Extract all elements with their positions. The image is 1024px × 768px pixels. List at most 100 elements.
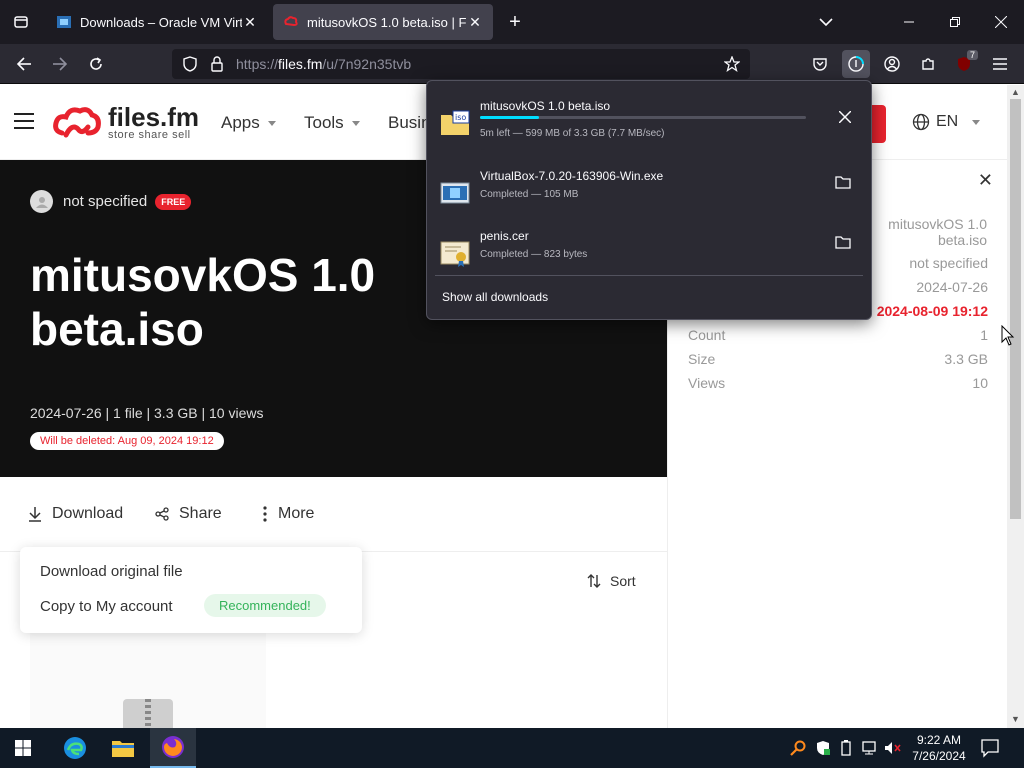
caret-down-icon [267,121,276,127]
back-button[interactable] [10,50,38,78]
start-button[interactable] [0,728,46,768]
taskbar-edge[interactable] [52,728,98,768]
minimize-button[interactable] [886,0,932,44]
download-item-virtualbox[interactable]: VirtualBox-7.0.20-163906-Win.exe Complet… [437,169,863,225]
download-dropdown-menu: Download original file Copy to My accoun… [20,547,362,633]
file-meta: 2024-07-26 | 1 file | 3.3 GB | 10 views [30,405,264,421]
close-window-button[interactable] [978,0,1024,44]
folder-icon [835,236,851,249]
show-in-folder-button[interactable] [835,235,851,249]
page-scrollbar[interactable]: ▲ ▼ [1007,85,1024,728]
tray-search-icon[interactable] [790,740,806,756]
tab-filesfm[interactable]: mitusovkOS 1.0 beta.iso | Files.fm ✕ [273,4,493,40]
restore-icon [950,17,960,27]
url-text[interactable]: https://files.fm/u/7n92n35tvb [236,56,724,72]
folder-icon [835,176,851,189]
taskbar-clock[interactable]: 9:22 AM 7/26/2024 [908,732,970,764]
tab-title: mitusovkOS 1.0 beta.iso | Files.fm [307,14,467,30]
firefox-view-icon [14,16,28,28]
tab-virtualbox-downloads[interactable]: Downloads – Oracle VM VirtualBox ✕ [46,4,268,40]
iso-file-icon: iso [441,110,470,135]
share-button[interactable]: Share [155,505,222,523]
tab-close-icon[interactable]: ✕ [467,14,483,31]
copy-to-account-item[interactable]: Copy to My account [40,598,173,615]
caret-down-icon [351,121,360,127]
more-vertical-icon [263,506,267,522]
restore-button[interactable] [932,0,978,44]
arrow-left-icon [16,57,31,71]
download-item-iso[interactable]: iso mitusovkOS 1.0 beta.iso 5m left — 59… [437,99,863,155]
firefox-view-button[interactable] [0,0,42,44]
ublock-origin-button[interactable]: 7 [950,50,978,78]
download-status: 5m left — 599 MB of 3.3 GB (7.7 MB/sec) [480,128,665,139]
downloads-button[interactable] [842,50,870,78]
forward-button[interactable] [46,50,74,78]
firefox-icon [162,736,184,758]
extensions-button[interactable] [914,50,942,78]
app-menu-button[interactable] [986,50,1014,78]
info-views-row: Views 10 [688,375,988,391]
reload-icon [90,57,102,70]
close-panel-button[interactable]: ✕ [978,170,993,191]
arrow-right-icon [53,57,68,71]
download-original-file-item[interactable]: Download original file [40,563,183,580]
notification-center-button[interactable] [980,738,1002,758]
mouse-cursor-icon [1001,325,1015,346]
url-bar[interactable]: https://files.fm/u/7n92n35tvb [172,49,750,79]
new-tab-button[interactable]: + [503,10,527,34]
nav-tools[interactable]: Tools [304,113,360,133]
nav-business[interactable]: Busin [388,113,431,133]
download-button[interactable]: Download [28,505,123,523]
tab-close-icon[interactable]: ✕ [242,14,258,31]
logo-name: files.fm [108,102,200,132]
tab-bar: Downloads – Oracle VM VirtualBox ✕ mitus… [0,0,1024,44]
show-all-downloads-link[interactable]: Show all downloads [442,290,548,304]
svg-text:iso: iso [455,113,466,122]
nav-apps[interactable]: Apps [221,113,276,133]
info-file-name: mitusovkOS 1.0 beta.iso [888,216,987,248]
download-item-cer[interactable]: penis.cer Completed — 823 bytes [437,229,863,285]
cancel-download-button[interactable] [839,111,851,123]
scroll-up-icon[interactable]: ▲ [1011,87,1020,97]
list-all-tabs-button[interactable] [816,12,836,32]
show-in-folder-button[interactable] [835,175,851,189]
tray-security-shield-icon[interactable] [815,740,831,756]
tray-network-icon[interactable] [862,740,880,756]
taskbar-firefox[interactable] [150,728,196,768]
filesfm-favicon-icon [284,16,298,27]
download-status: Completed — 823 bytes [480,249,588,260]
tray-volume-muted-icon[interactable] [884,740,902,756]
site-menu-button[interactable] [14,113,34,131]
more-button[interactable]: More [262,505,314,523]
lock-icon[interactable] [210,56,224,72]
filesfm-logo[interactable]: files.fm store share sell [52,103,199,143]
exe-file-icon [440,182,470,204]
scrollbar-thumb[interactable] [1010,99,1021,519]
plan-badge: FREE [155,193,192,210]
language-selector[interactable]: EN [912,113,981,131]
reload-button[interactable] [82,50,110,78]
pocket-icon [813,58,827,71]
file-actions: Download Share More [0,477,667,552]
avatar [30,190,53,213]
sort-button[interactable]: Sort [586,573,636,589]
account-button[interactable] [878,50,906,78]
clock-date: 7/26/2024 [912,749,966,763]
archive-file-icon [123,699,173,728]
close-icon [995,16,1007,28]
tray-battery-icon[interactable] [840,740,852,756]
tab-title: Downloads – Oracle VM VirtualBox [80,14,242,30]
pocket-button[interactable] [806,50,834,78]
file-title: mitusovkOS 1.0 beta.iso [30,249,376,355]
deletion-notice-badge: Will be deleted: Aug 09, 2024 19:12 [30,432,224,450]
taskbar-file-explorer[interactable] [100,728,146,768]
download-icon [29,507,41,522]
scroll-down-icon[interactable]: ▼ [1011,714,1020,724]
bookmark-star-icon[interactable] [724,56,740,72]
recommended-badge: Recommended! [204,594,326,617]
caret-down-icon [972,119,981,125]
globe-icon [912,113,930,131]
tracking-protection-shield-icon[interactable] [182,56,198,72]
download-status: Completed — 105 MB [480,189,579,200]
user-icon [35,196,48,208]
